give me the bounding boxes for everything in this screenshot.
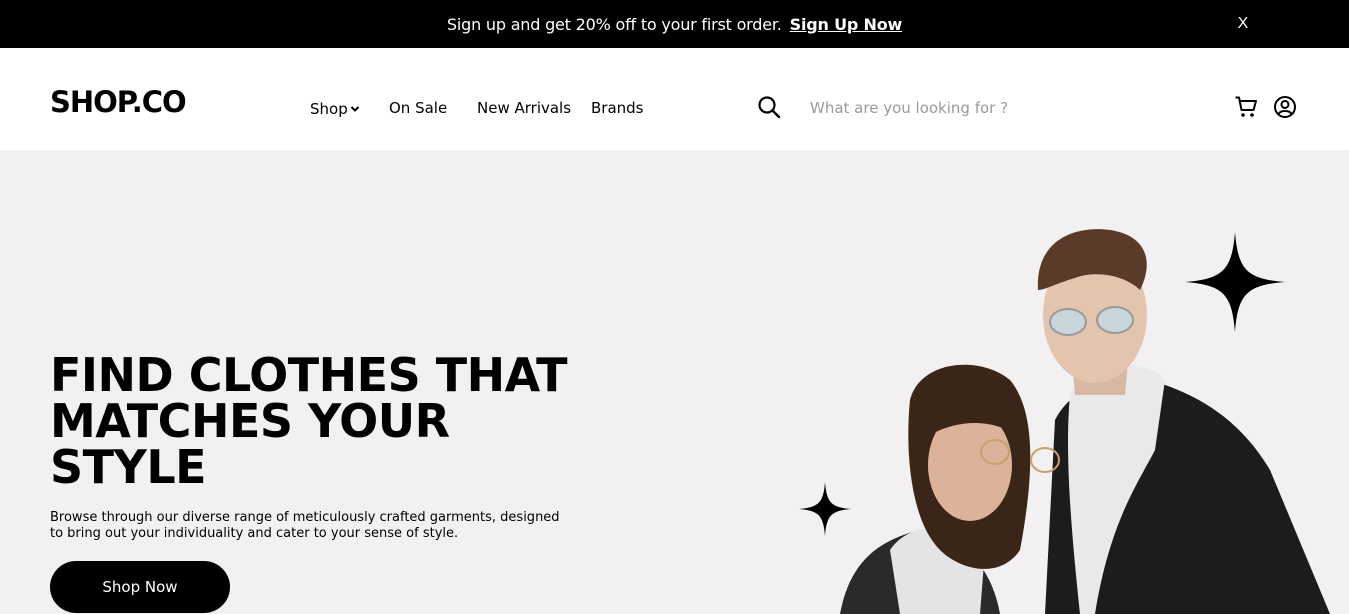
hero-subtitle: Browse through our diverse range of meti… <box>50 510 560 541</box>
hero-title: FIND CLOTHES THAT MATCHES YOUR STYLE <box>50 348 568 494</box>
promo-text: Sign up and get 20% off to your first or… <box>0 0 1349 48</box>
logo[interactable]: SHOP.CO <box>50 88 187 117</box>
nav-item-shop[interactable]: Shop <box>310 98 360 118</box>
cart-icon[interactable] <box>1234 95 1258 119</box>
hero-models-image <box>820 220 1340 614</box>
nav-item-brands[interactable]: Brands <box>591 98 644 118</box>
sign-up-link[interactable]: Sign Up Now <box>790 15 903 34</box>
nav-item-on-sale[interactable]: On Sale <box>389 98 447 118</box>
promo-message: Sign up and get 20% off to your first or… <box>446 14 782 34</box>
site-header: SHOP.CO Shop On Sale New Arrivals Brands <box>0 48 1349 150</box>
account-icon[interactable] <box>1273 95 1297 119</box>
close-promo-button[interactable]: X <box>1234 14 1252 34</box>
hero-section: FIND CLOTHES THAT MATCHES YOUR STYLE Bro… <box>0 150 1349 614</box>
nav-item-label: Shop <box>310 100 348 118</box>
search-icon[interactable] <box>757 95 781 119</box>
promo-bar: Sign up and get 20% off to your first or… <box>0 0 1349 48</box>
search-input[interactable] <box>802 94 1122 122</box>
nav-item-new-arrivals[interactable]: New Arrivals <box>477 98 571 118</box>
chevron-down-icon <box>350 98 360 118</box>
shop-now-button[interactable]: Shop Now <box>50 561 230 613</box>
